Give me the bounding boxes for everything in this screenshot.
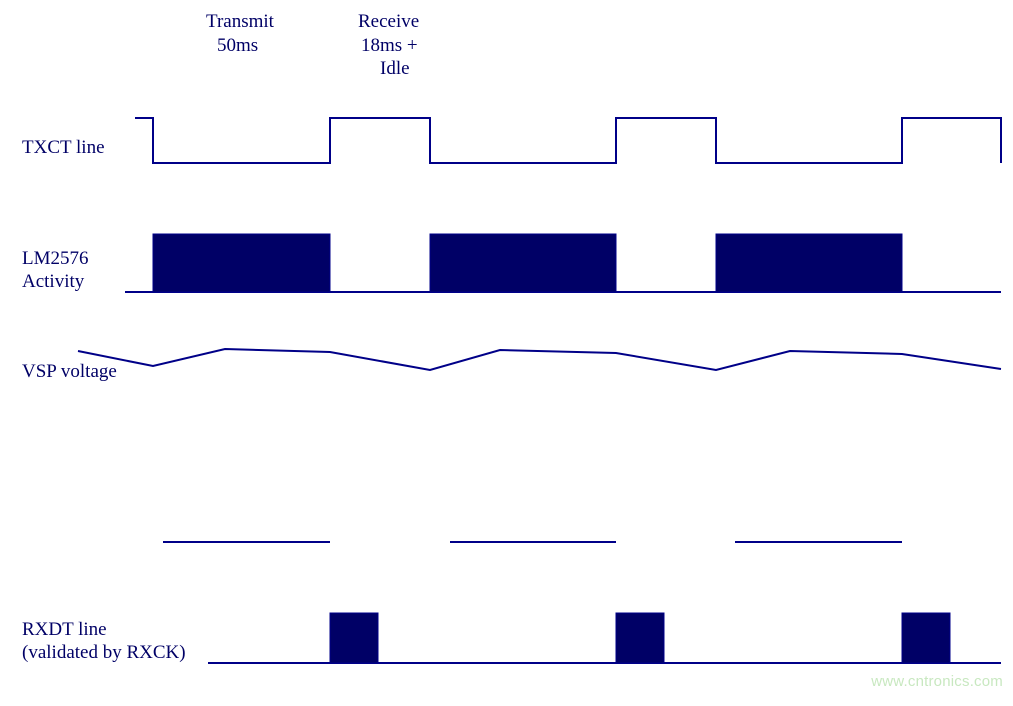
- vsp-waveform: [78, 349, 1001, 370]
- rxdt-waveform: [208, 613, 1001, 663]
- timing-diagram: [0, 0, 1013, 706]
- txct-waveform: [135, 118, 1001, 163]
- lm2576-waveform: [125, 234, 1001, 292]
